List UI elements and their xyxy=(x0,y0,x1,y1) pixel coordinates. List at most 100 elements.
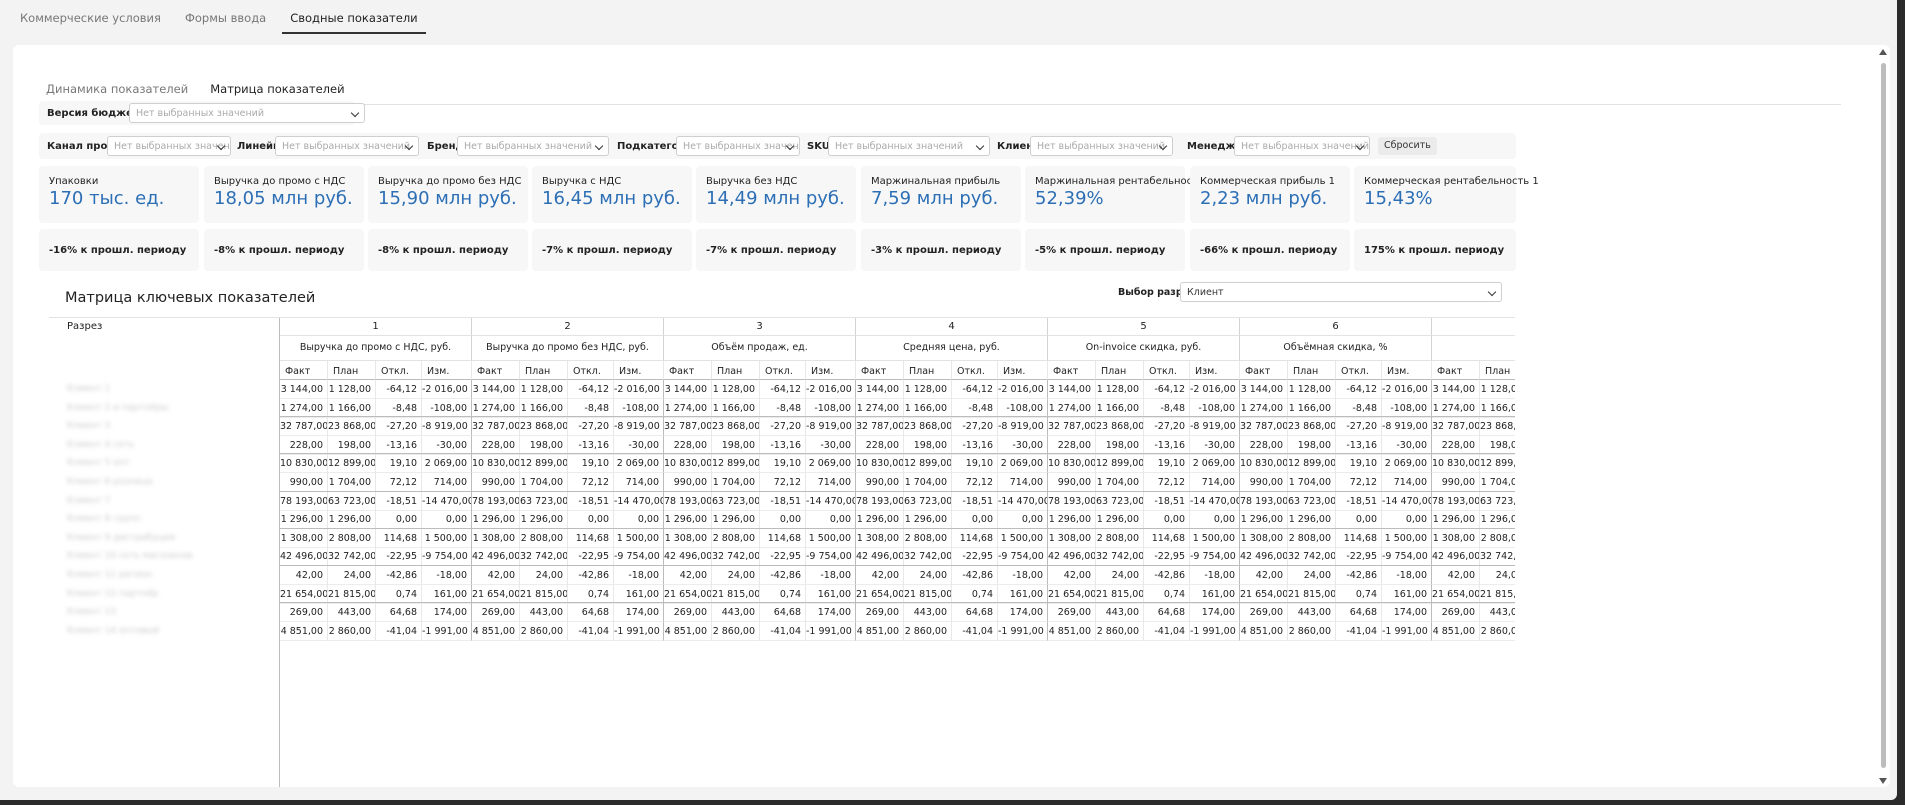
table-cell: 23 868,00 xyxy=(520,417,568,437)
filter-select[interactable]: Нет выбранных значений xyxy=(1030,136,1173,156)
table-cell: 72,12 xyxy=(1336,473,1382,492)
table-cell: 990,00 xyxy=(1048,473,1096,492)
table-cell: 1 296,00 xyxy=(280,510,328,530)
table-cell: 198,00 xyxy=(904,435,952,455)
table-cell: 42,00 xyxy=(1240,566,1288,585)
table-cell: 4 851,00 xyxy=(472,621,520,641)
table-cell: 269,00 xyxy=(472,603,520,623)
table-cell: 23 868,00 xyxy=(712,417,760,437)
row-label: Клиент 10 сеть магазинов xyxy=(67,551,193,562)
filter-label: SKU xyxy=(807,141,830,152)
row-label: Клиент 4 сеть xyxy=(67,439,135,450)
table-cell: 161,00 xyxy=(422,584,472,604)
table-cell: 21 654,00 xyxy=(1048,584,1096,604)
table-cell: -8 919,00 xyxy=(1382,417,1432,437)
table-cell: 32 787,00 xyxy=(1432,417,1480,437)
row-header-label: Разрез xyxy=(67,321,103,332)
table-cell: 32 742,00 xyxy=(712,547,760,567)
table-cell: 42,00 xyxy=(856,566,904,585)
scroll-thumb[interactable] xyxy=(1881,63,1886,768)
table-cell: 32 787,00 xyxy=(856,417,904,437)
filter-select[interactable]: Нет выбранных значений xyxy=(828,136,990,156)
table-cell: 78 193,00 xyxy=(1432,491,1480,511)
table-cell: 63 723,00 xyxy=(1288,491,1336,511)
table-cell: 78 193,00 xyxy=(1048,491,1096,511)
table-cell: -18,51 xyxy=(1144,491,1190,511)
table-cell: -108,00 xyxy=(806,398,856,418)
kpi-title: Упаковки xyxy=(49,176,99,187)
kpi-value: 16,45 млн руб. xyxy=(542,188,681,209)
table-cell: -9 754,00 xyxy=(422,547,472,567)
table-cell: -13,16 xyxy=(376,435,422,455)
table-cell: -41,04 xyxy=(376,621,422,641)
column-metric-name: Объёмная скидка, % xyxy=(1240,336,1432,361)
table-cell: -42,86 xyxy=(952,566,998,585)
subcolumn-header: Факт xyxy=(856,361,904,380)
table-cell: 78 193,00 xyxy=(280,491,328,511)
table-cell: 1 166,00 xyxy=(520,398,568,418)
table-cell: 1 296,00 xyxy=(1288,510,1336,530)
cut-select[interactable]: Клиент xyxy=(1180,282,1502,302)
table-cell: 1 296,00 xyxy=(904,510,952,530)
table-cell: 3 144,00 xyxy=(280,380,328,399)
tab-commercial-terms[interactable]: Коммерческие условия xyxy=(20,0,173,34)
table-cell: 78 193,00 xyxy=(856,491,904,511)
table-cell: 19,10 xyxy=(1336,454,1382,474)
kpi-title: Маржинальная рентабельность xyxy=(1035,176,1204,187)
table-cell: 2 808,00 xyxy=(904,528,952,548)
tab-summary-indicators[interactable]: Сводные показатели xyxy=(282,0,426,34)
table-cell: 443,00 xyxy=(520,603,568,623)
column-metric-name: On-invoice скидка, руб. xyxy=(1048,336,1240,361)
filter-select[interactable]: Нет выбранных значений xyxy=(457,136,609,156)
table-cell: -14 470,00 xyxy=(1382,491,1432,511)
table-cell: 1 296,00 xyxy=(1096,510,1144,530)
filter-select[interactable]: Нет выбранных значен... xyxy=(107,136,231,156)
filter-select[interactable]: Нет выбранных значен... xyxy=(676,136,800,156)
table-cell: 0,00 xyxy=(952,510,998,530)
column-metric-name: Вы xyxy=(1432,336,1515,361)
table-cell: 443,00 xyxy=(712,603,760,623)
reset-button[interactable]: Сбросить xyxy=(1378,137,1437,155)
table-cell: 4 851,00 xyxy=(1240,621,1288,641)
table-cell: -14 470,00 xyxy=(614,491,664,511)
scroll-down-icon[interactable] xyxy=(1879,778,1887,784)
table-cell: 32 787,00 xyxy=(664,417,712,437)
chevron-down-icon xyxy=(350,108,360,118)
row-group-separator xyxy=(280,453,1515,455)
table-cell: 0,00 xyxy=(1382,510,1432,530)
tab-input-forms[interactable]: Формы ввода xyxy=(185,0,278,34)
table-cell: -64,12 xyxy=(376,380,422,399)
table-cell: 198,00 xyxy=(1096,435,1144,455)
kpi-value: 18,05 млн руб. xyxy=(214,188,353,209)
table-cell: -18,00 xyxy=(422,566,472,585)
subcolumn-header: Откл. xyxy=(1144,361,1190,380)
budget-select[interactable]: Нет выбранных значений xyxy=(129,103,365,123)
table-cell: 1 500,00 xyxy=(614,528,664,548)
table-cell: 42 496,00 xyxy=(280,547,328,567)
table-cell: 32 787,00 xyxy=(280,417,328,437)
filter-select[interactable]: Нет выбранных значений xyxy=(1234,136,1370,156)
kpi-change: -8% к прошл. периоду xyxy=(378,245,509,256)
kpi-title: Выручка до промо с НДС xyxy=(214,176,346,187)
table-cell: -18,00 xyxy=(998,566,1048,585)
subcolumn-header: План xyxy=(328,361,376,380)
column-group-number xyxy=(1432,318,1515,336)
table-cell: -42,86 xyxy=(376,566,422,585)
table-cell: 198,00 xyxy=(1288,435,1336,455)
table-cell: 24,00 xyxy=(1288,566,1336,585)
table-cell: 63 723,00 xyxy=(712,491,760,511)
table-cell: 443,00 xyxy=(1480,603,1515,623)
table-cell: 269,00 xyxy=(1240,603,1288,623)
kpi-change-card: -8% к прошл. периоду xyxy=(204,229,364,271)
scroll-up-icon[interactable] xyxy=(1879,49,1887,55)
table-cell: 714,00 xyxy=(806,473,856,492)
table-cell: 10 830,00 xyxy=(664,454,712,474)
kpi-title: Выручка без НДС xyxy=(706,176,798,187)
table-cell: 72,12 xyxy=(952,473,998,492)
table-cell: 19,10 xyxy=(376,454,422,474)
table-cell: 2 860,00 xyxy=(520,621,568,641)
kpi-card: Маржинальная прибыль 7,59 млн руб. xyxy=(861,166,1021,223)
vertical-scrollbar[interactable] xyxy=(1879,49,1887,784)
filter-select[interactable]: Нет выбранных значений xyxy=(275,136,419,156)
table-cell: 990,00 xyxy=(472,473,520,492)
